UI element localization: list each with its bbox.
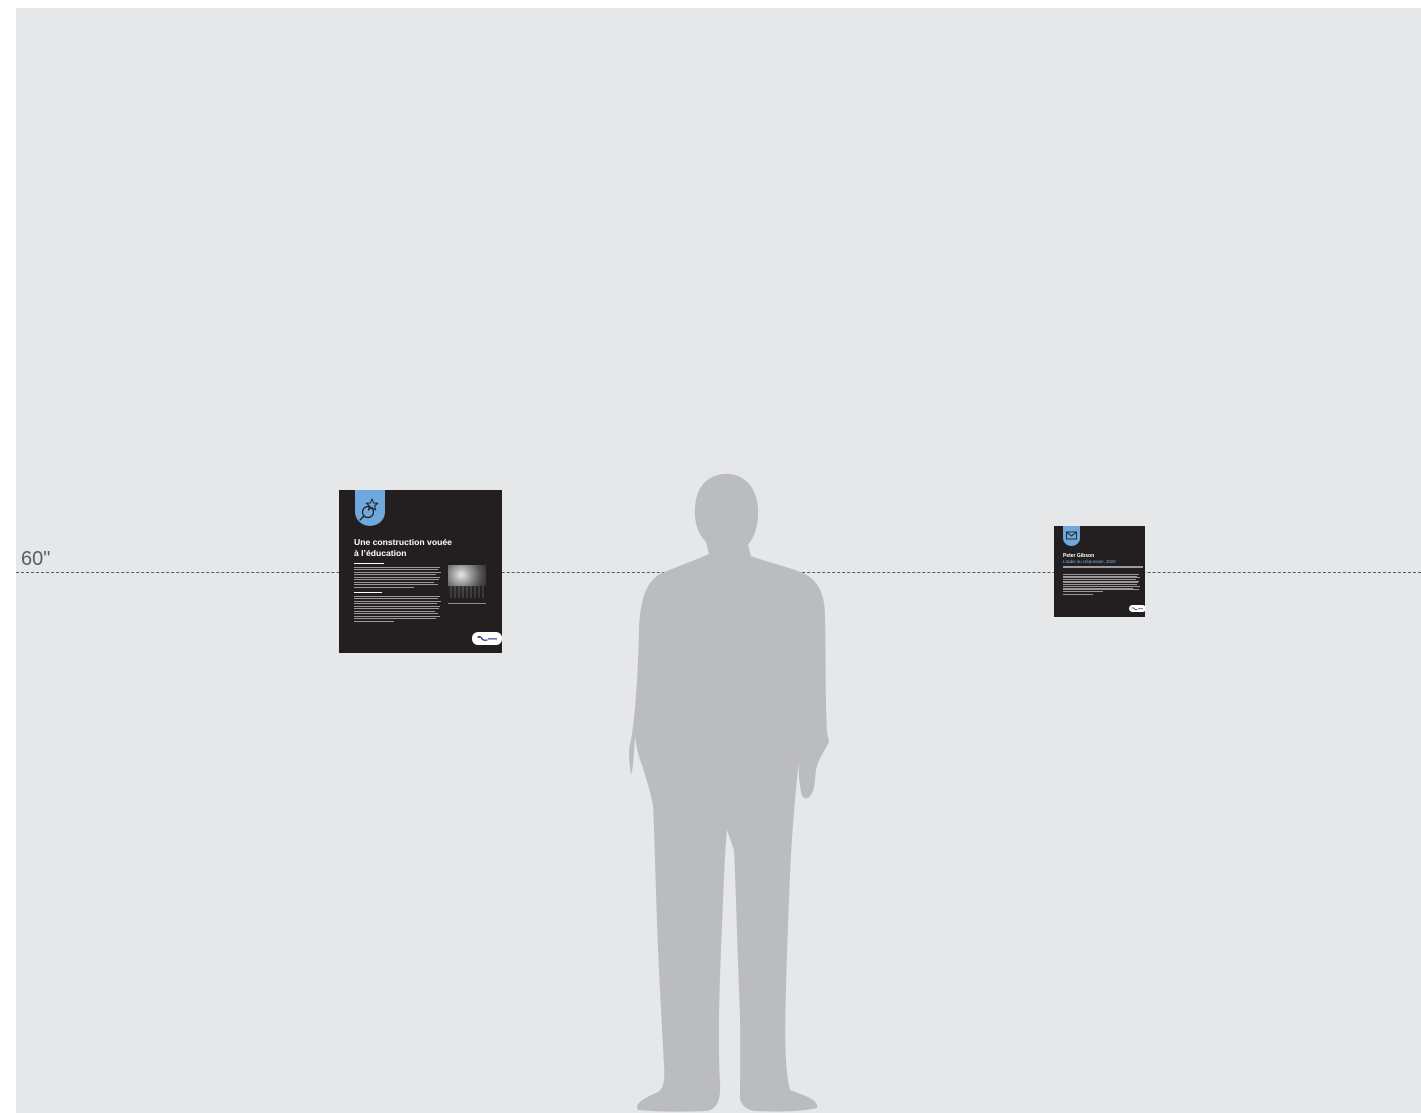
envelope-icon: [1066, 531, 1077, 540]
body-text-block-1: [354, 567, 442, 589]
panel-subtitle: L’aube au crépuscule, 2023: [1063, 559, 1116, 564]
panel-tab: [355, 490, 385, 526]
organization-logo-icon: [1131, 607, 1143, 611]
logo-badge: [1129, 605, 1145, 612]
section-heading-1: [354, 563, 384, 565]
body-text-block-2: [354, 596, 442, 623]
archival-photo: [448, 565, 486, 598]
interpretive-panel-large: Une construction vouée à l’éducation: [339, 490, 502, 653]
panel-note: [1063, 566, 1143, 568]
magnifier-star-icon: [359, 498, 379, 521]
photo-caption: [448, 603, 486, 604]
body-text-block: [1063, 574, 1143, 596]
panel-title: Une construction vouée à l’éducation: [354, 537, 494, 558]
section-heading-2: [354, 592, 382, 594]
panel-title-line-2: à l’éducation: [354, 547, 407, 558]
logo-badge: [472, 632, 502, 645]
panel-title-line-1: Une construction vouée: [354, 537, 452, 547]
height-label: 60": [21, 548, 51, 570]
panel-tab: [1063, 526, 1080, 546]
organization-logo-icon: [477, 636, 497, 641]
person-silhouette: [629, 473, 829, 1112]
interpretive-panel-small: Peter Gibson L’aube au crépuscule, 2023: [1054, 526, 1145, 617]
